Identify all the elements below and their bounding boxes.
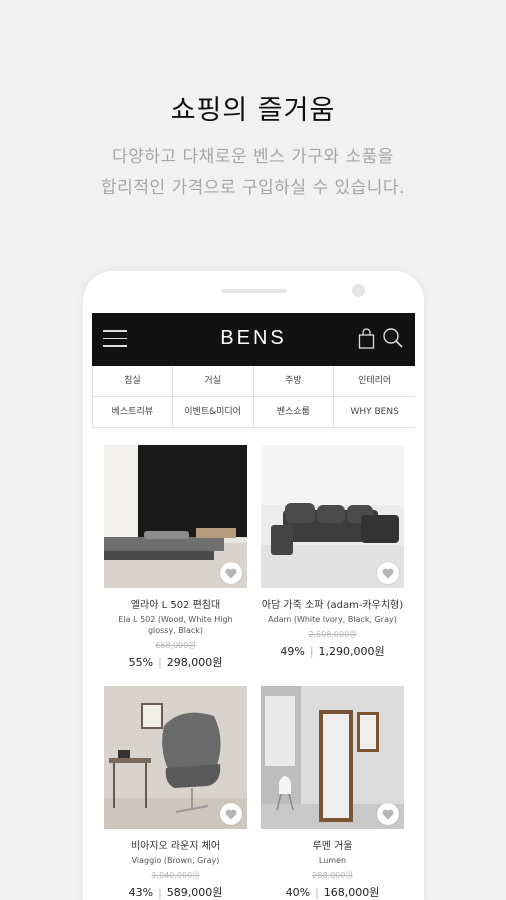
subtitle-line-1: 다양하고 다채로운 벤스 가구와 소품을 xyxy=(112,147,394,167)
category-living-room[interactable]: 거실 xyxy=(172,366,254,397)
product-image xyxy=(261,686,404,829)
category-kitchen[interactable]: 주방 xyxy=(253,366,335,397)
product-image xyxy=(261,445,404,588)
phone-speaker xyxy=(221,289,287,293)
product-name: 비아지오 라운지 체어 xyxy=(130,841,221,852)
product-price-line: 49% | 1,290,000원 xyxy=(280,645,385,658)
product-image xyxy=(104,445,247,588)
favorite-heart-icon[interactable] xyxy=(377,562,399,584)
favorite-heart-icon[interactable] xyxy=(220,803,242,825)
product-description: Ela L 502 (Wood, White High glossy, Blac… xyxy=(118,615,233,635)
favorite-heart-icon[interactable] xyxy=(377,803,399,825)
product-grid: 엘라아 L 502 편침대 Ela L 502 (Wood, White Hig… xyxy=(104,445,404,900)
category-event-media[interactable]: 이벤트&미디어 xyxy=(172,397,254,428)
product-price: 1,290,000원 xyxy=(318,645,385,658)
headline: 쇼핑의 즐거움 xyxy=(170,95,336,126)
product-price: 298,000원 xyxy=(166,656,223,669)
product-price: 168,000원 xyxy=(323,886,380,899)
product-discount: 49% xyxy=(280,645,305,658)
phone-camera xyxy=(352,284,365,297)
app-header: BENS xyxy=(92,313,415,366)
product-card[interactable]: 루멘 거울 Lumen 280,000원 40% | 168,000원 xyxy=(261,686,404,900)
product-name: 루멘 거울 xyxy=(312,841,353,852)
shopping-bag-icon[interactable] xyxy=(358,328,375,350)
product-name: 엘라아 L 502 편침대 xyxy=(130,600,221,611)
product-description: Viaggio (Brown, Gray) xyxy=(131,856,220,865)
category-best-review[interactable]: 베스트리뷰 xyxy=(92,397,173,428)
product-description: Lumen xyxy=(318,856,347,865)
product-card[interactable]: 엘라아 L 502 편침대 Ela L 502 (Wood, White Hig… xyxy=(104,445,247,670)
search-icon[interactable] xyxy=(382,327,404,349)
category-showroom[interactable]: 벤스쇼룸 xyxy=(253,397,335,428)
subtitle-line-2: 합리적인 가격으로 구입하실 수 있습니다. xyxy=(101,178,405,198)
product-original-price: 1,040,000원 xyxy=(151,871,200,880)
phone-mockup: BENS 침실 거실 주방 인테리어 베스트리뷰 이벤트&미디어 벤스쇼룸 WH… xyxy=(83,271,424,900)
product-discount: 43% xyxy=(128,886,154,899)
product-discount: 40% xyxy=(285,886,311,899)
product-original-price: 280,000원 xyxy=(312,871,353,880)
product-original-price: 2,508,000원 xyxy=(308,630,357,639)
product-name: 아담 가죽 소파 (adam-카우치형) xyxy=(261,600,404,611)
favorite-heart-icon[interactable] xyxy=(220,562,242,584)
product-original-price: 668,000원 xyxy=(155,641,196,650)
product-description: Adam (White Ivory, Black, Gray) xyxy=(268,615,397,624)
product-price-line: 55% | 298,000원 xyxy=(128,656,223,669)
product-image xyxy=(104,686,247,829)
product-price: 589,000원 xyxy=(166,886,223,899)
product-card[interactable]: 아담 가죽 소파 (adam-카우치형) Adam (White Ivory, … xyxy=(261,445,404,670)
product-card[interactable]: 비아지오 라운지 체어 Viaggio (Brown, Gray) 1,040,… xyxy=(104,686,247,900)
category-nav: 침실 거실 주방 인테리어 베스트리뷰 이벤트&미디어 벤스쇼룸 WHY BEN… xyxy=(92,366,415,428)
category-why-bens[interactable]: WHY BENS xyxy=(334,397,415,428)
category-interior[interactable]: 인테리어 xyxy=(334,366,415,397)
product-price-line: 43% | 589,000원 xyxy=(128,886,223,899)
product-price-line: 40% | 168,000원 xyxy=(285,886,380,899)
app-screen: BENS 침실 거실 주방 인테리어 베스트리뷰 이벤트&미디어 벤스쇼룸 WH… xyxy=(92,313,415,900)
product-discount: 55% xyxy=(128,656,154,669)
category-bedroom[interactable]: 침실 xyxy=(92,366,173,397)
